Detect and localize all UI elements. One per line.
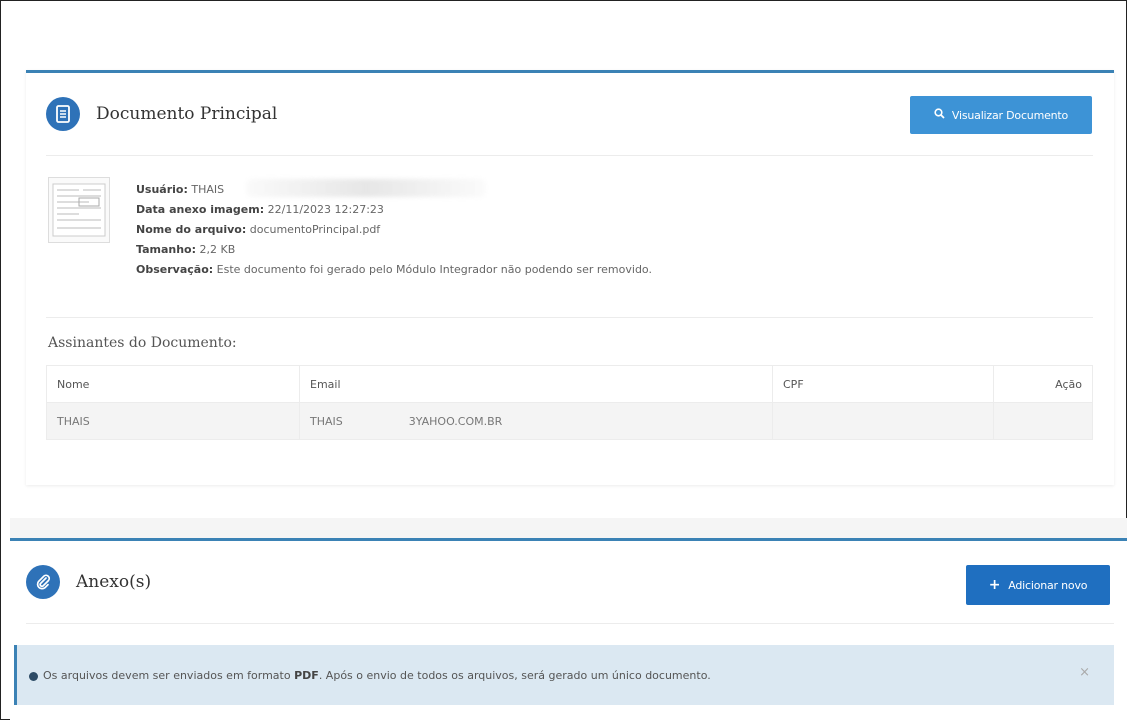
cell-cpf xyxy=(772,402,994,440)
info-icon xyxy=(29,671,38,681)
document-icon xyxy=(46,97,80,131)
info-alert: Os arquivos devem ser enviados em format… xyxy=(14,645,1114,705)
alert-text: Os arquivos devem ser enviados em format… xyxy=(43,668,711,682)
document-panel-title: Documento Principal xyxy=(96,104,278,124)
table-row: THAIS THAIS 3YAHOO.COM.BR xyxy=(46,402,1093,440)
view-document-label: Visualizar Documento xyxy=(951,108,1069,122)
document-panel-header: Documento Principal xyxy=(46,97,277,131)
divider xyxy=(46,155,1093,156)
view-document-button[interactable]: Visualizar Documento xyxy=(910,96,1092,134)
attachments-panel-title: Anexo(s) xyxy=(76,572,152,592)
cell-nome: THAIS xyxy=(46,402,300,440)
meta-observacao: Observação: Este documento foi gerado pe… xyxy=(136,263,652,276)
divider xyxy=(46,317,1093,318)
add-new-button[interactable]: + Adicionar novo xyxy=(966,565,1110,605)
plus-icon: + xyxy=(988,577,1001,593)
cell-acao xyxy=(993,402,1093,440)
meta-data: Data anexo imagem: 22/11/2023 12:27:23 xyxy=(136,203,384,216)
col-nome: Nome xyxy=(46,365,300,403)
meta-tamanho: Tamanho: 2,2 KB xyxy=(136,243,236,256)
meta-nome: Nome do arquivo: documentoPrincipal.pdf xyxy=(136,223,381,236)
divider xyxy=(26,623,1114,624)
document-metadata: Usuário: THAIS Data anexo imagem: 22/11/… xyxy=(136,180,652,280)
paperclip-icon xyxy=(26,565,60,599)
meta-usuario: Usuário: THAIS xyxy=(136,183,225,196)
document-thumbnail[interactable] xyxy=(48,177,110,243)
table-header-row: Nome Email CPF Ação xyxy=(46,365,1093,403)
search-icon xyxy=(934,108,945,122)
attachments-panel-header: Anexo(s) xyxy=(26,565,151,599)
section-separator xyxy=(10,518,1127,538)
add-new-label: Adicionar novo xyxy=(1008,578,1088,592)
document-panel: Documento Principal Visualizar Documento… xyxy=(26,70,1114,485)
attachments-panel: Anexo(s) + Adicionar novo Os arquivos de… xyxy=(10,538,1127,723)
signers-title: Assinantes do Documento: xyxy=(48,335,237,351)
cell-email: THAIS 3YAHOO.COM.BR xyxy=(299,402,773,440)
signers-table: Nome Email CPF Ação THAIS THAIS 3YAHOO.CO… xyxy=(46,365,1093,440)
col-acao: Ação xyxy=(993,365,1093,403)
col-cpf: CPF xyxy=(772,365,994,403)
close-icon[interactable]: × xyxy=(1079,665,1090,680)
col-email: Email xyxy=(299,365,773,403)
